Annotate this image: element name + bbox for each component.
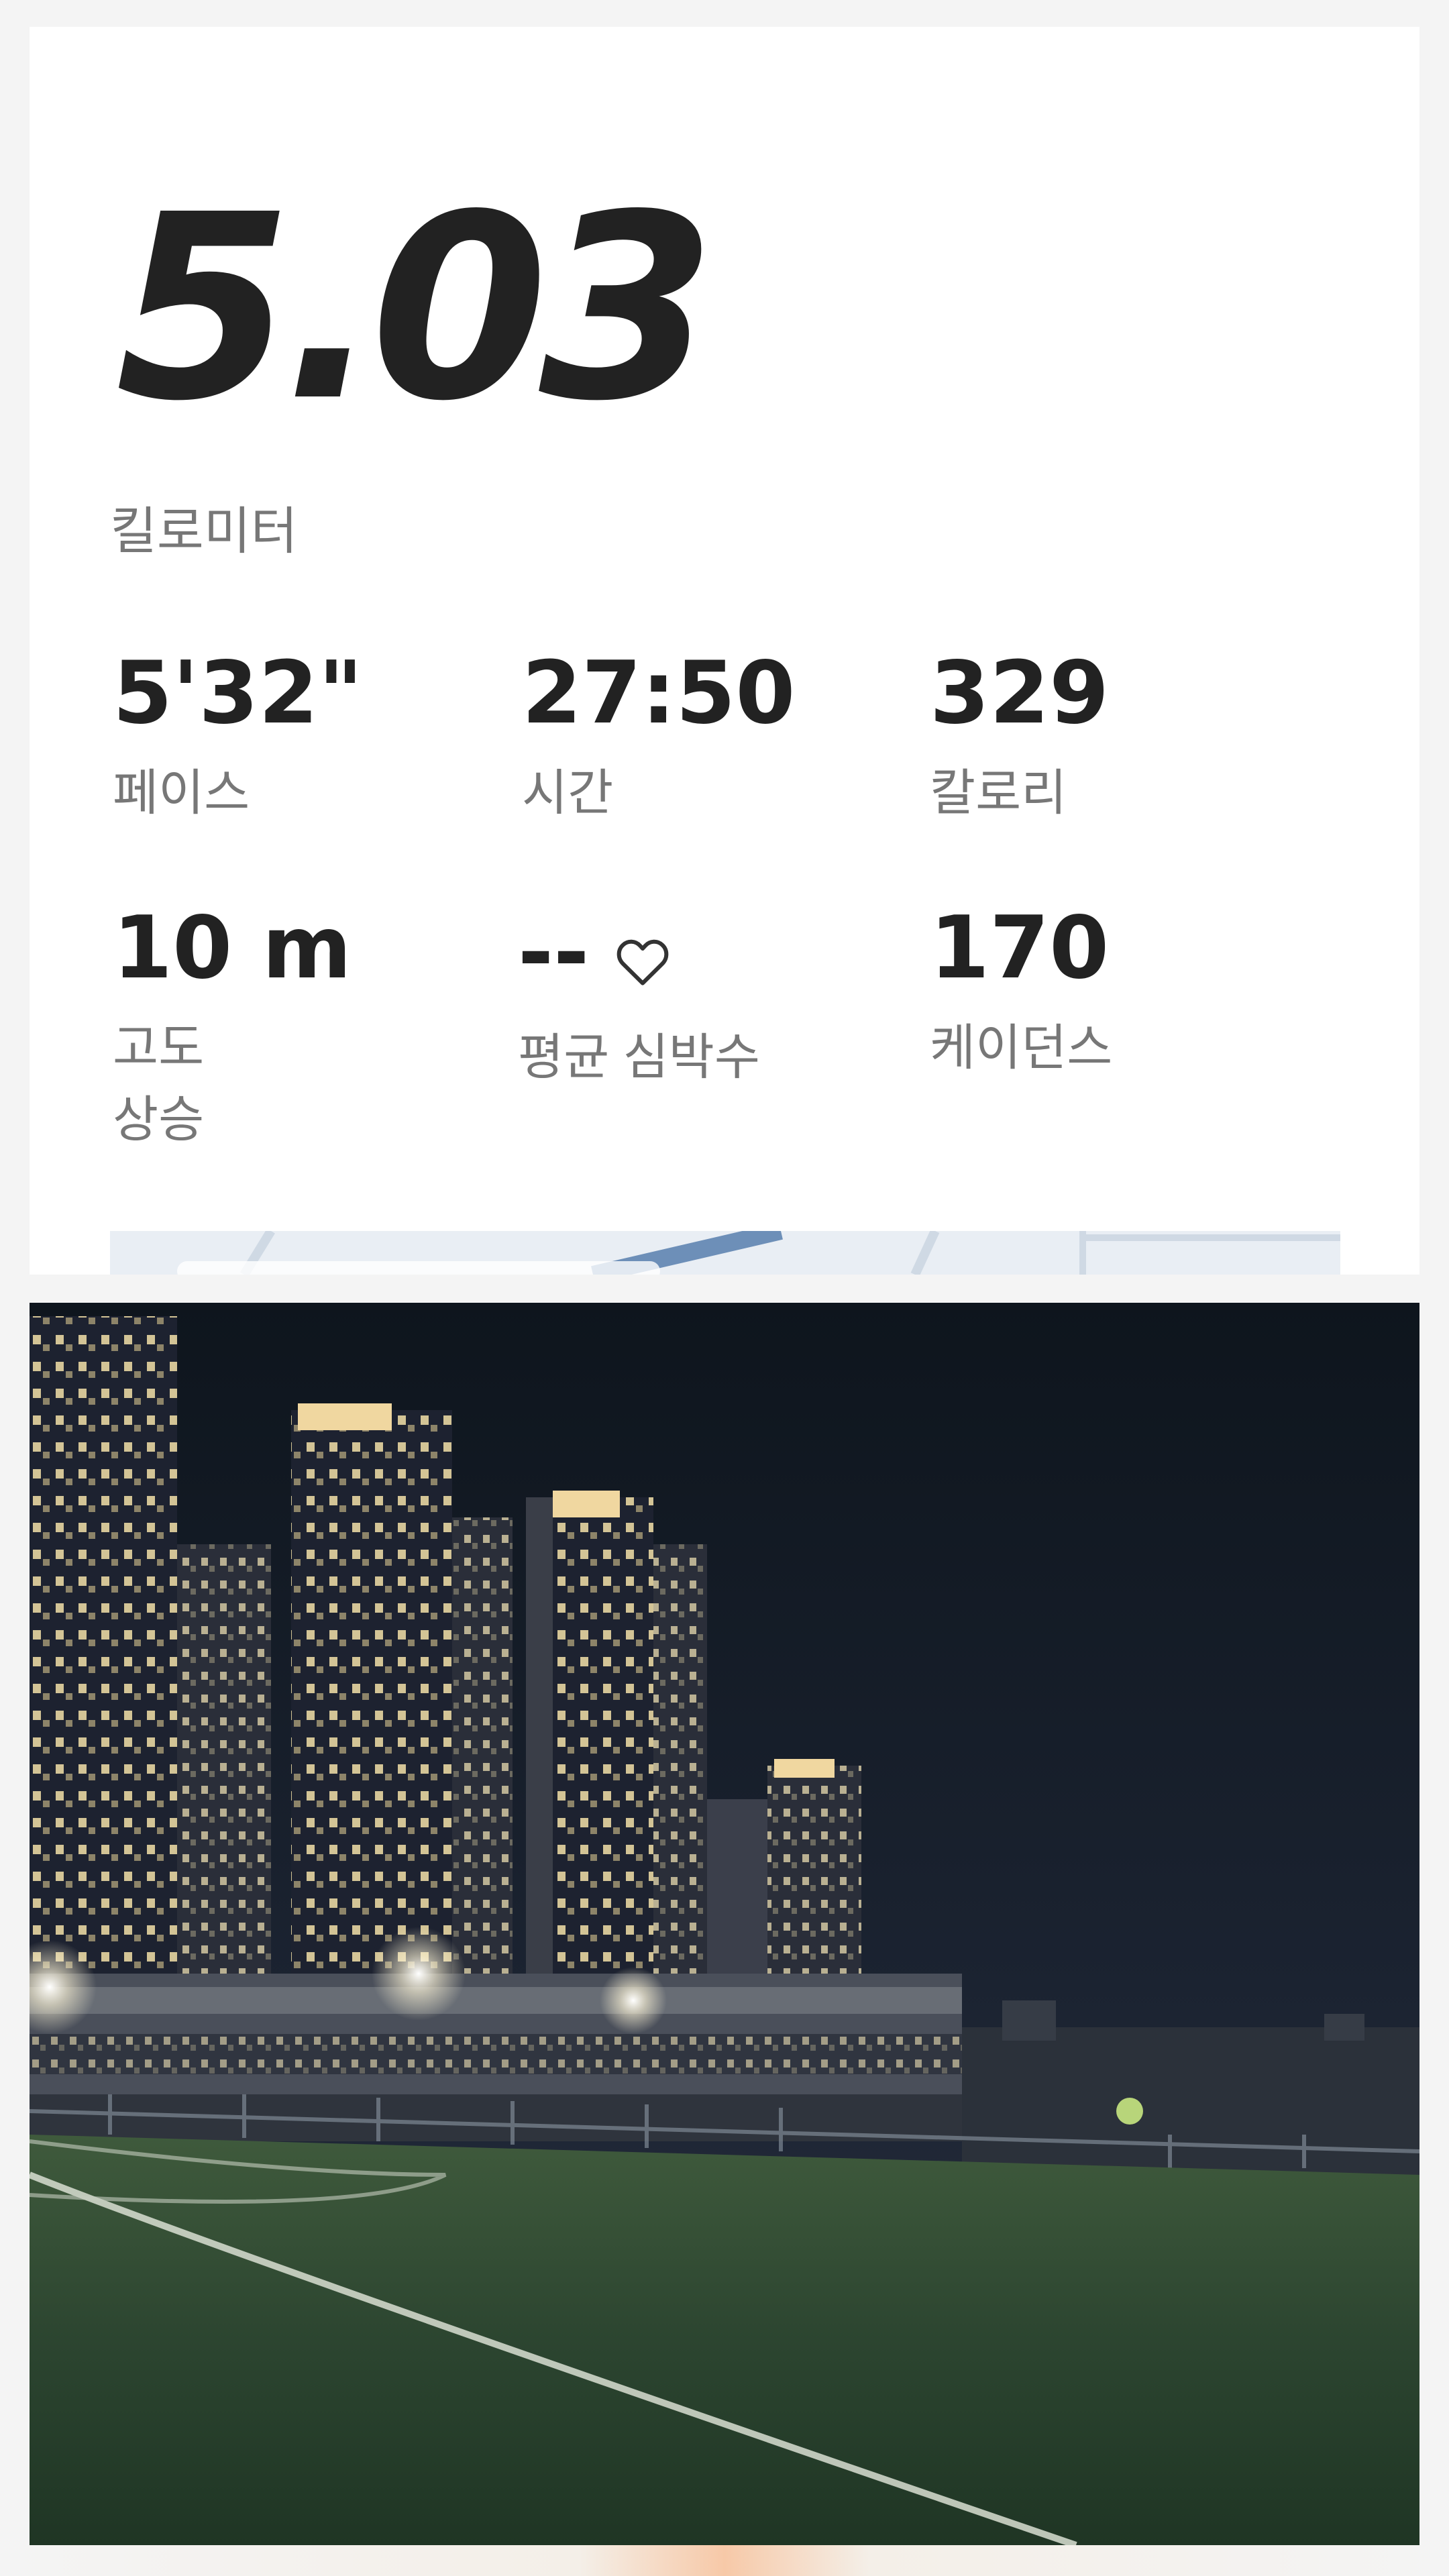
- run-summary-card: 5.03 킬로미터 5'32" 페이스 27:50 시간 329 칼로리 10 …: [30, 27, 1419, 1275]
- stat-elevation: 10 m 고도 상승: [113, 906, 352, 1156]
- stat-pace: 5'32" 페이스: [113, 651, 363, 828]
- time-label: 시간: [522, 765, 614, 820]
- pace-value: 5'32": [113, 643, 364, 743]
- elevation-label: 고도 상승: [113, 1020, 205, 1148]
- stat-calories: 329 칼로리: [930, 651, 1109, 828]
- elevation-value: 10 m: [113, 898, 352, 998]
- heart-rate-row: --: [518, 906, 760, 1001]
- pace-label: 페이스: [113, 765, 250, 820]
- calories-label: 칼로리: [930, 765, 1067, 820]
- heart-rate-label: 평균 심박수: [518, 1029, 760, 1085]
- run-photo[interactable]: [30, 1303, 1419, 2545]
- next-card-edge: [0, 2545, 1449, 2576]
- time-value: 27:50: [522, 643, 796, 743]
- distance-unit: 킬로미터: [110, 503, 298, 560]
- calories-value: 329: [930, 643, 1110, 743]
- distance-value: 5.03: [115, 160, 716, 457]
- heart-rate-value: --: [518, 903, 590, 1003]
- stat-cadence: 170 케이던스: [930, 906, 1112, 1083]
- cadence-value: 170: [930, 898, 1110, 998]
- heart-icon: [616, 915, 669, 1001]
- stat-heart-rate: -- 평균 심박수: [518, 906, 760, 1093]
- cadence-label: 케이던스: [930, 1020, 1113, 1075]
- route-map-preview[interactable]: [110, 1231, 1340, 1275]
- stat-time: 27:50 시간: [522, 651, 795, 828]
